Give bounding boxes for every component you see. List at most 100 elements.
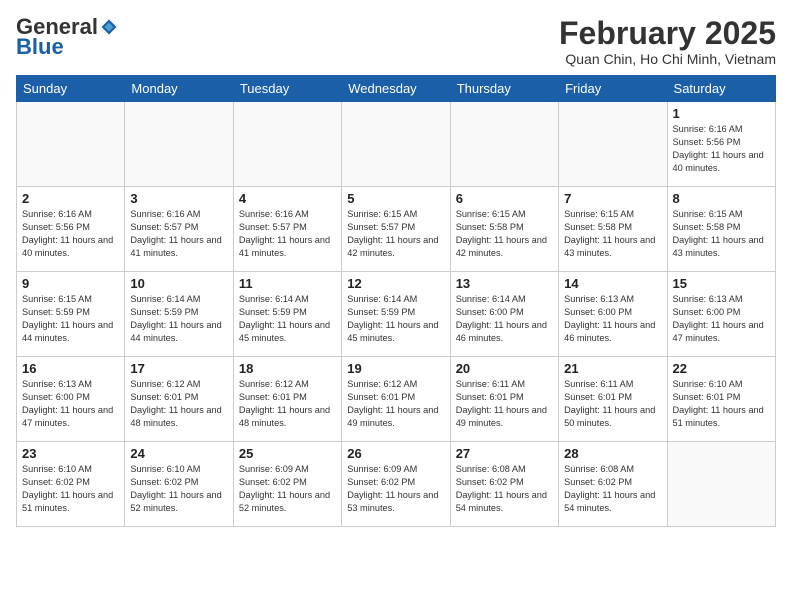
calendar-cell: 10 Sunrise: 6:14 AMSunset: 5:59 PMDayligh…: [125, 272, 233, 357]
calendar-cell: 14 Sunrise: 6:13 AMSunset: 6:00 PMDayligh…: [559, 272, 667, 357]
day-info: Sunrise: 6:15 AMSunset: 5:57 PMDaylight:…: [347, 208, 444, 260]
calendar-header-friday: Friday: [559, 76, 667, 102]
calendar-header-tuesday: Tuesday: [233, 76, 341, 102]
day-number: 22: [673, 361, 770, 376]
logo-icon: [100, 18, 118, 36]
day-number: 10: [130, 276, 227, 291]
day-number: 8: [673, 191, 770, 206]
day-info: Sunrise: 6:09 AMSunset: 6:02 PMDaylight:…: [239, 463, 336, 515]
day-info: Sunrise: 6:12 AMSunset: 6:01 PMDaylight:…: [347, 378, 444, 430]
calendar-cell: 25 Sunrise: 6:09 AMSunset: 6:02 PMDayligh…: [233, 442, 341, 527]
day-info: Sunrise: 6:09 AMSunset: 6:02 PMDaylight:…: [347, 463, 444, 515]
calendar-week-row: 16 Sunrise: 6:13 AMSunset: 6:00 PMDayligh…: [17, 357, 776, 442]
day-info: Sunrise: 6:08 AMSunset: 6:02 PMDaylight:…: [456, 463, 553, 515]
calendar-cell: 12Sunrise: 6:14 AMSunset: 5:59 PMDayligh…: [342, 272, 450, 357]
day-number: 15: [673, 276, 770, 291]
calendar-cell: 16 Sunrise: 6:13 AMSunset: 6:00 PMDayligh…: [17, 357, 125, 442]
day-number: 21: [564, 361, 661, 376]
day-number: 11: [239, 276, 336, 291]
calendar-cell: 18Sunrise: 6:12 AMSunset: 6:01 PMDayligh…: [233, 357, 341, 442]
day-info: Sunrise: 6:10 AMSunset: 6:02 PMDaylight:…: [130, 463, 227, 515]
day-number: 5: [347, 191, 444, 206]
calendar-header-saturday: Saturday: [667, 76, 775, 102]
day-number: 7: [564, 191, 661, 206]
calendar-table: SundayMondayTuesdayWednesdayThursdayFrid…: [16, 75, 776, 527]
day-number: 3: [130, 191, 227, 206]
calendar-header-monday: Monday: [125, 76, 233, 102]
calendar-cell: [667, 442, 775, 527]
calendar-cell: 28 Sunrise: 6:08 AMSunset: 6:02 PMDayligh…: [559, 442, 667, 527]
day-number: 26: [347, 446, 444, 461]
day-info: Sunrise: 6:14 AMSunset: 5:59 PMDaylight:…: [239, 293, 336, 345]
calendar-cell: 19 Sunrise: 6:12 AMSunset: 6:01 PMDayligh…: [342, 357, 450, 442]
calendar-cell: 9Sunrise: 6:15 AMSunset: 5:59 PMDaylight…: [17, 272, 125, 357]
day-info: Sunrise: 6:16 AMSunset: 5:57 PMDaylight:…: [130, 208, 227, 260]
day-info: Sunrise: 6:08 AMSunset: 6:02 PMDaylight:…: [564, 463, 661, 515]
calendar-cell: 8 Sunrise: 6:15 AMSunset: 5:58 PMDaylight…: [667, 187, 775, 272]
day-number: 20: [456, 361, 553, 376]
day-info: Sunrise: 6:10 AMSunset: 6:01 PMDaylight:…: [673, 378, 770, 430]
calendar-cell: [17, 102, 125, 187]
day-number: 13: [456, 276, 553, 291]
calendar-cell: 24 Sunrise: 6:10 AMSunset: 6:02 PMDayligh…: [125, 442, 233, 527]
calendar-cell: 5 Sunrise: 6:15 AMSunset: 5:57 PMDaylight…: [342, 187, 450, 272]
calendar-cell: [559, 102, 667, 187]
calendar-cell: [342, 102, 450, 187]
calendar-cell: 17 Sunrise: 6:12 AMSunset: 6:01 PMDayligh…: [125, 357, 233, 442]
day-number: 6: [456, 191, 553, 206]
calendar-header-row: SundayMondayTuesdayWednesdayThursdayFrid…: [17, 76, 776, 102]
day-info: Sunrise: 6:14 AMSunset: 6:00 PMDaylight:…: [456, 293, 553, 345]
calendar-cell: 4Sunrise: 6:16 AMSunset: 5:57 PMDaylight…: [233, 187, 341, 272]
day-number: 24: [130, 446, 227, 461]
calendar-cell: [450, 102, 558, 187]
calendar-cell: 11 Sunrise: 6:14 AMSunset: 5:59 PMDayligh…: [233, 272, 341, 357]
day-number: 14: [564, 276, 661, 291]
day-info: Sunrise: 6:15 AMSunset: 5:59 PMDaylight:…: [22, 293, 119, 345]
day-info: Sunrise: 6:14 AMSunset: 5:59 PMDaylight:…: [130, 293, 227, 345]
day-info: Sunrise: 6:11 AMSunset: 6:01 PMDaylight:…: [564, 378, 661, 430]
location-subtitle: Quan Chin, Ho Chi Minh, Vietnam: [559, 51, 776, 67]
day-number: 17: [130, 361, 227, 376]
calendar-cell: 6 Sunrise: 6:15 AMSunset: 5:58 PMDaylight…: [450, 187, 558, 272]
calendar-cell: 20 Sunrise: 6:11 AMSunset: 6:01 PMDayligh…: [450, 357, 558, 442]
day-number: 23: [22, 446, 119, 461]
day-number: 27: [456, 446, 553, 461]
calendar-cell: 3 Sunrise: 6:16 AMSunset: 5:57 PMDaylight…: [125, 187, 233, 272]
day-info: Sunrise: 6:15 AMSunset: 5:58 PMDaylight:…: [673, 208, 770, 260]
calendar-header-sunday: Sunday: [17, 76, 125, 102]
day-number: 2: [22, 191, 119, 206]
calendar-cell: 2Sunrise: 6:16 AMSunset: 5:56 PMDaylight…: [17, 187, 125, 272]
day-info: Sunrise: 6:14 AMSunset: 5:59 PMDaylight:…: [347, 293, 444, 345]
day-info: Sunrise: 6:15 AMSunset: 5:58 PMDaylight:…: [564, 208, 661, 260]
calendar-week-row: 2Sunrise: 6:16 AMSunset: 5:56 PMDaylight…: [17, 187, 776, 272]
day-info: Sunrise: 6:10 AMSunset: 6:02 PMDaylight:…: [22, 463, 119, 515]
calendar-cell: 27 Sunrise: 6:08 AMSunset: 6:02 PMDayligh…: [450, 442, 558, 527]
month-year-title: February 2025: [559, 16, 776, 51]
calendar-cell: [125, 102, 233, 187]
day-info: Sunrise: 6:16 AMSunset: 5:57 PMDaylight:…: [239, 208, 336, 260]
day-number: 16: [22, 361, 119, 376]
calendar-week-row: 1 Sunrise: 6:16 AMSunset: 5:56 PMDaylight…: [17, 102, 776, 187]
calendar-cell: 22 Sunrise: 6:10 AMSunset: 6:01 PMDayligh…: [667, 357, 775, 442]
day-number: 28: [564, 446, 661, 461]
day-info: Sunrise: 6:13 AMSunset: 6:00 PMDaylight:…: [22, 378, 119, 430]
calendar-cell: 21 Sunrise: 6:11 AMSunset: 6:01 PMDayligh…: [559, 357, 667, 442]
calendar-cell: [233, 102, 341, 187]
calendar-week-row: 23 Sunrise: 6:10 AMSunset: 6:02 PMDayligh…: [17, 442, 776, 527]
day-info: Sunrise: 6:16 AMSunset: 5:56 PMDaylight:…: [673, 123, 770, 175]
day-number: 19: [347, 361, 444, 376]
day-number: 25: [239, 446, 336, 461]
day-info: Sunrise: 6:15 AMSunset: 5:58 PMDaylight:…: [456, 208, 553, 260]
calendar-cell: 26 Sunrise: 6:09 AMSunset: 6:02 PMDayligh…: [342, 442, 450, 527]
title-section: February 2025 Quan Chin, Ho Chi Minh, Vi…: [559, 16, 776, 67]
day-info: Sunrise: 6:13 AMSunset: 6:00 PMDaylight:…: [564, 293, 661, 345]
logo-blue-text: Blue: [16, 34, 64, 60]
day-info: Sunrise: 6:12 AMSunset: 6:01 PMDaylight:…: [239, 378, 336, 430]
calendar-cell: 15 Sunrise: 6:13 AMSunset: 6:00 PMDayligh…: [667, 272, 775, 357]
calendar-header-wednesday: Wednesday: [342, 76, 450, 102]
day-number: 1: [673, 106, 770, 121]
day-info: Sunrise: 6:13 AMSunset: 6:00 PMDaylight:…: [673, 293, 770, 345]
day-info: Sunrise: 6:12 AMSunset: 6:01 PMDaylight:…: [130, 378, 227, 430]
day-info: Sunrise: 6:11 AMSunset: 6:01 PMDaylight:…: [456, 378, 553, 430]
calendar-cell: 7 Sunrise: 6:15 AMSunset: 5:58 PMDaylight…: [559, 187, 667, 272]
